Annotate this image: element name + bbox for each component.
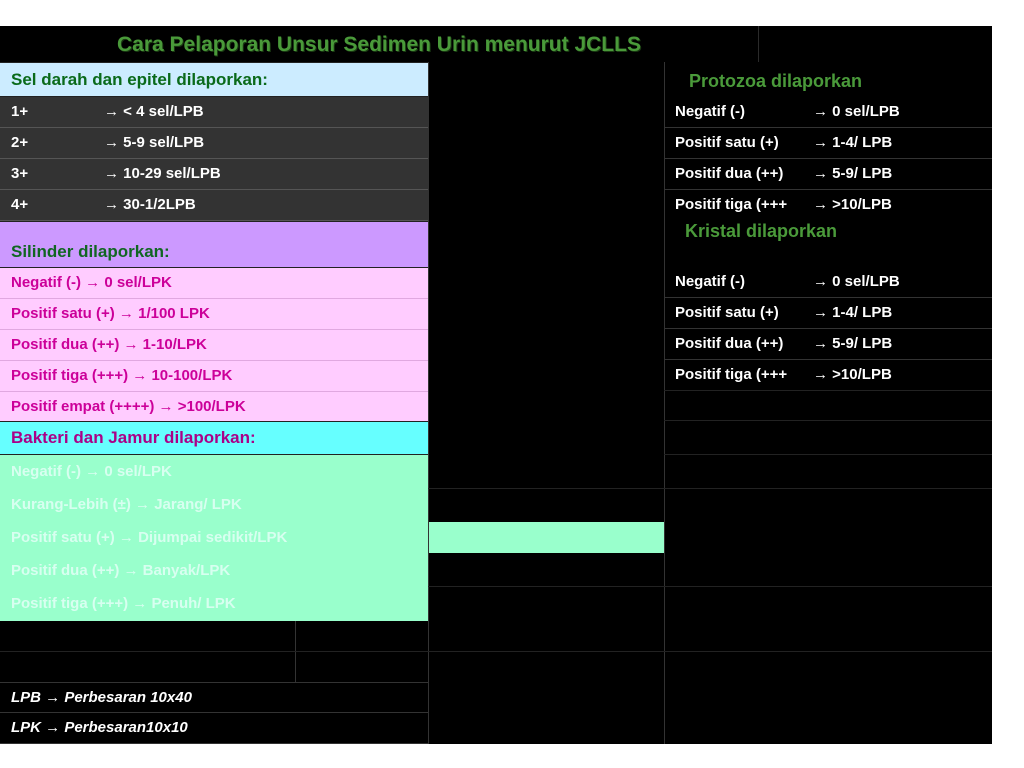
list-item: Negatif (-) → 0 sel/LPB (664, 267, 992, 298)
slide: Cara Pelaporan Unsur Sedimen Urin menuru… (0, 26, 992, 744)
kristal-list: Negatif (-) → 0 sel/LPB Positif satu (+) →… (664, 267, 992, 391)
list-item: 1+ → < 4 sel/LPB (0, 97, 428, 128)
list-item: Positif tiga (+++) → 10-100/LPK (0, 361, 428, 392)
list-item: Positif satu (+) → Dijumpai sedikit/LPK (11, 529, 288, 546)
list-item: Positif dua (++) → 5-9/ LPB (664, 159, 992, 190)
list-item: Positif empat (++++) → >100/LPK (0, 392, 428, 422)
note-lpb: LPB → Perbesaran 10x40 (0, 682, 428, 713)
list-item: Positif satu (+) → 1-4/ LPB (664, 128, 992, 159)
note-lpk: LPK → Perbesaran10x10 (0, 713, 428, 744)
list-item: Kurang-Lebih (±) → Jarang/ LPK (11, 496, 242, 513)
bakteri-header: Bakteri dan Jamur dilaporkan: (0, 421, 428, 455)
list-item: 2+ → 5-9 sel/LPB (0, 128, 428, 159)
list-item: 3+ → 10-29 sel/LPB (0, 159, 428, 190)
list-item: Negatif (-) → 0 sel/LPK (11, 463, 172, 480)
protozoa-list: Negatif (-) → 0 sel/LPB Positif satu (+) →… (664, 97, 992, 220)
sel-header: Sel darah dan epitel dilaporkan: (0, 62, 428, 97)
list-item: Positif dua (++) → 1-10/LPK (0, 330, 428, 361)
list-item: Positif dua (++) → Banyak/LPK (11, 562, 231, 579)
list-item: Negatif (-) → 0 sel/LPB (664, 97, 992, 128)
list-item: Negatif (-) → 0 sel/LPK (0, 268, 428, 299)
page-title: Cara Pelaporan Unsur Sedimen Urin menuru… (117, 33, 641, 56)
list-item: Positif satu (+) → 1/100 LPK (0, 299, 428, 330)
list-item: Positif satu (+) → 1-4/ LPB (664, 298, 992, 329)
list-item: Positif tiga (+++ → >10/LPB (664, 360, 992, 391)
silinder-list: Negatif (-) → 0 sel/LPK Positif satu (+)… (0, 268, 428, 422)
list-item: 4+ → 30-1/2LPB (0, 190, 428, 221)
sel-list: 1+ → < 4 sel/LPB 2+ → 5-9 sel/LPB 3+ → 10-2… (0, 97, 428, 221)
highlight-bar (428, 522, 664, 553)
list-item: Positif dua (++) → 5-9/ LPB (664, 329, 992, 360)
protozoa-header: Protozoa dilaporkan (689, 71, 863, 91)
silinder-header: Silinder dilaporkan: (0, 221, 428, 268)
list-item: Positif tiga (+++) → Penuh/ LPK (11, 595, 236, 612)
bakteri-list: Negatif (-) → 0 sel/LPK Kurang-Lebih (±)… (0, 455, 428, 621)
kristal-header: Kristal dilaporkan (685, 221, 838, 241)
